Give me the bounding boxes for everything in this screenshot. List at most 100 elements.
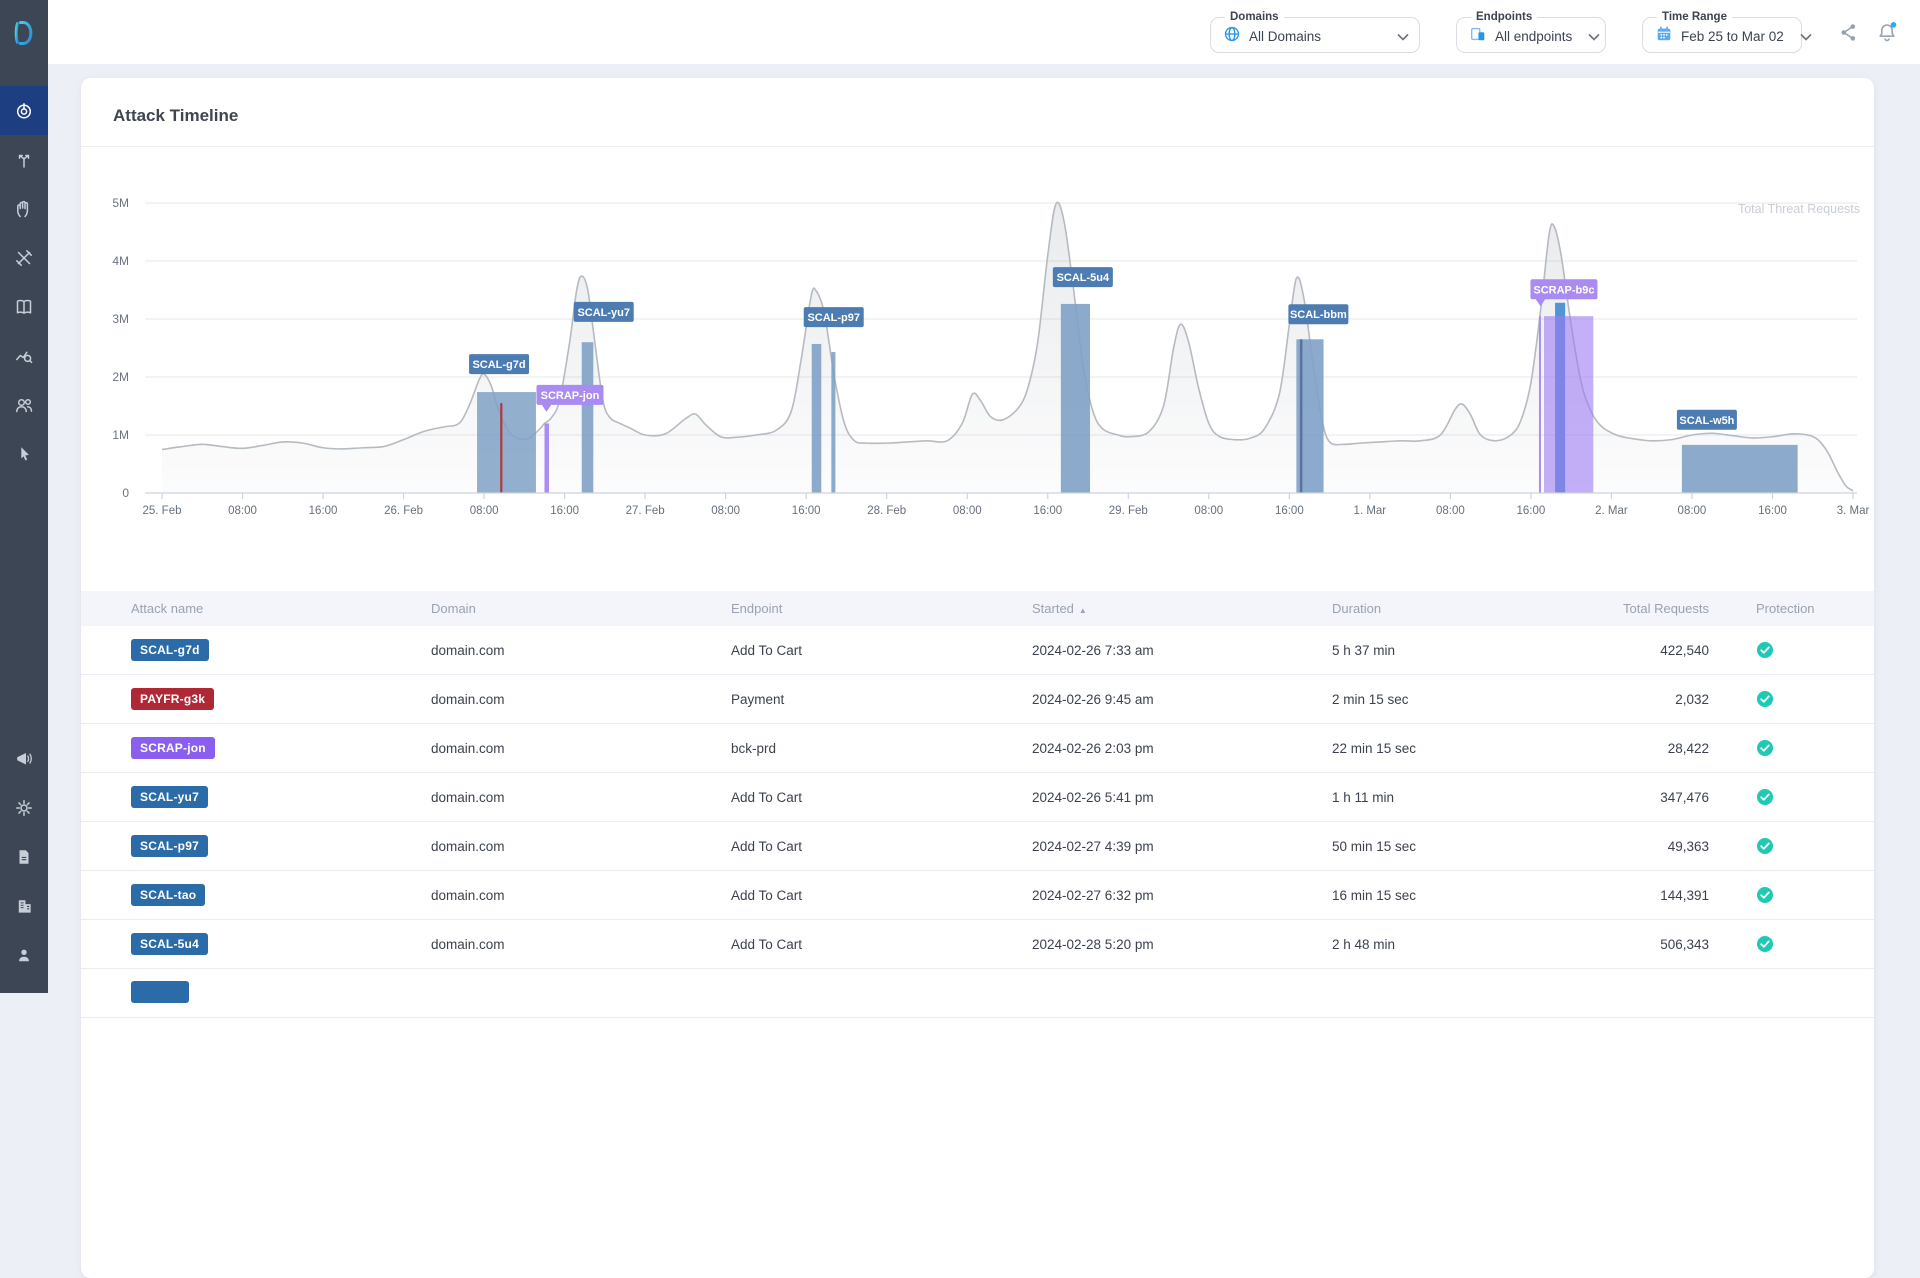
table-row-SCAL-tao[interactable]: SCAL-taodomain.comAdd To Cart2024-02-27 … — [81, 871, 1874, 920]
attack-bar-SCAL-5u4[interactable] — [1061, 304, 1090, 493]
sidebar-item-traffic-split[interactable] — [0, 135, 48, 184]
attack-badge: SCAL-yu7 — [131, 786, 208, 808]
sidebar-item-analytics-search[interactable] — [0, 331, 48, 380]
attack-timeline-chart[interactable]: 01M2M3M4M5M25. Feb08:0016:0026. Feb08:00… — [81, 147, 1874, 539]
table-row-PAYFR-g3k[interactable]: PAYFR-g3kdomain.comPayment2024-02-26 9:4… — [81, 675, 1874, 724]
domains-filter-label: Domains — [1225, 11, 1284, 23]
attack-bar-PAYFR-g3k[interactable] — [500, 403, 502, 493]
attack-bar-SCAL-yu7[interactable] — [582, 342, 594, 493]
cell-protection — [1709, 886, 1874, 904]
endpoints-filter-label: Endpoints — [1471, 11, 1537, 23]
devices-icon — [1469, 25, 1487, 48]
time-range-filter[interactable]: Time Range Feb 25 to Mar 02 — [1642, 11, 1802, 53]
table-row-SCAL-yu7[interactable]: SCAL-yu7domain.comAdd To Cart2024-02-26 … — [81, 773, 1874, 822]
sidebar-item-megaphone[interactable] — [0, 734, 48, 783]
x-axis-label: 16:00 — [1517, 505, 1546, 517]
cell-domain: domain.com — [431, 937, 731, 952]
cell-total-requests: 422,540 — [1612, 643, 1709, 658]
attack-bar-SCAL-tao[interactable] — [831, 352, 835, 493]
column-header-total-requests[interactable]: Total Requests — [1612, 601, 1709, 616]
cell-endpoint: Add To Cart — [731, 839, 1032, 854]
sidebar — [0, 0, 48, 993]
domains-filter[interactable]: Domains All Domains — [1210, 11, 1420, 53]
attack-bar-SCRAP-b9c[interactable] — [1544, 316, 1593, 493]
x-axis-label: 08:00 — [1436, 505, 1465, 517]
document-icon — [15, 848, 33, 866]
share-icon[interactable] — [1838, 21, 1860, 43]
datadome-logo[interactable] — [0, 0, 48, 86]
page-title: Attack Timeline — [81, 78, 1874, 146]
cell-duration: 2 min 15 sec — [1332, 692, 1612, 707]
cell-domain: domain.com — [431, 692, 731, 707]
x-axis-label: 08:00 — [1678, 505, 1707, 517]
cell-duration: 22 min 15 sec — [1332, 741, 1612, 756]
cell-domain: domain.com — [431, 888, 731, 903]
attack-flag-label: SCAL-yu7 — [577, 307, 630, 319]
x-axis-label: 29. Feb — [1109, 505, 1148, 517]
attack-flag-label: SCRAP-jon — [541, 390, 600, 402]
cell-started: 2024-02-28 5:20 pm — [1032, 937, 1332, 952]
attack-timeline-card: Attack Timeline 01M2M3M4M5M25. Feb08:001… — [81, 78, 1874, 1278]
cell-attack-name: SCAL-p97 — [131, 835, 431, 857]
sidebar-item-map-book[interactable] — [0, 282, 48, 331]
cell-total-requests: 144,391 — [1612, 888, 1709, 903]
attack-bar-SCAL-w5h[interactable] — [1682, 445, 1798, 493]
sidebar-item-cursor[interactable] — [0, 429, 48, 478]
column-header-duration[interactable]: Duration — [1332, 601, 1612, 616]
column-header-started[interactable]: Started▲ — [1032, 601, 1332, 616]
sidebar-item-organization[interactable] — [0, 881, 48, 930]
sidebar-item-threats[interactable] — [0, 86, 48, 135]
cell-protection — [1709, 690, 1874, 708]
column-header-endpoint[interactable]: Endpoint — [731, 601, 1032, 616]
captcha-hand-icon — [14, 199, 34, 219]
column-header-domain[interactable]: Domain — [431, 601, 731, 616]
bell-icon[interactable] — [1876, 21, 1898, 43]
attack-bar-SCAL-bbm-marker[interactable] — [1300, 339, 1303, 493]
table-row-partial[interactable] — [81, 969, 1874, 1018]
x-axis-label: 08:00 — [470, 505, 499, 517]
attack-badge — [131, 981, 189, 1003]
cell-endpoint: Add To Cart — [731, 790, 1032, 805]
x-axis-label: 2. Mar — [1595, 505, 1628, 517]
gear-icon — [14, 798, 34, 818]
chevron-down-icon — [1792, 33, 1812, 41]
sidebar-item-account[interactable] — [0, 930, 48, 979]
sidebar-item-captcha-hand[interactable] — [0, 184, 48, 233]
sidebar-item-gear[interactable] — [0, 783, 48, 832]
sidebar-nav-bottom — [0, 734, 48, 993]
column-header-protection[interactable]: Protection — [1709, 601, 1874, 616]
table-row-SCAL-p97[interactable]: SCAL-p97domain.comAdd To Cart2024-02-27 … — [81, 822, 1874, 871]
x-axis-label: 26. Feb — [384, 505, 423, 517]
sidebar-item-document[interactable] — [0, 832, 48, 881]
attack-bar-SCAL-g7d[interactable] — [477, 392, 536, 493]
cell-protection — [1709, 837, 1874, 855]
cell-attack-name — [131, 981, 431, 1006]
sidebar-item-tools[interactable] — [0, 233, 48, 282]
column-header-attack-name[interactable]: Attack name — [131, 601, 431, 616]
x-axis-label: 25. Feb — [143, 505, 182, 517]
endpoints-filter-value: All endpoints — [1495, 29, 1572, 44]
attack-bar-SCRAP-b9c-marker[interactable] — [1539, 316, 1541, 493]
y-axis-label: 1M — [112, 428, 129, 442]
table-row-SCAL-g7d[interactable]: SCAL-g7ddomain.comAdd To Cart2024-02-26 … — [81, 626, 1874, 675]
x-axis-label: 16:00 — [1275, 505, 1304, 517]
cell-total-requests: 49,363 — [1612, 839, 1709, 854]
attack-bar-SCRAP-jon[interactable] — [544, 423, 549, 493]
x-axis-label: 16:00 — [1758, 505, 1787, 517]
attack-badge: PAYFR-g3k — [131, 688, 214, 710]
table-row-SCAL-5u4[interactable]: SCAL-5u4domain.comAdd To Cart2024-02-28 … — [81, 920, 1874, 969]
cell-total-requests: 506,343 — [1612, 937, 1709, 952]
globe-icon — [1223, 25, 1241, 48]
account-icon — [15, 946, 33, 964]
attack-badge: SCAL-g7d — [131, 639, 209, 661]
attack-flag-label: SCAL-g7d — [472, 359, 525, 371]
table-row-SCRAP-jon[interactable]: SCRAP-jondomain.combck-prd2024-02-26 2:0… — [81, 724, 1874, 773]
megaphone-icon — [14, 749, 34, 769]
cell-duration: 16 min 15 sec — [1332, 888, 1612, 903]
main-content: Attack Timeline 01M2M3M4M5M25. Feb08:001… — [48, 64, 1920, 1278]
sidebar-item-users[interactable] — [0, 380, 48, 429]
sort-arrow-ascending: ▲ — [1079, 606, 1087, 615]
endpoints-filter[interactable]: Endpoints All endpoints — [1456, 11, 1606, 53]
sidebar-nav-top — [0, 86, 48, 478]
attack-bar-SCAL-p97[interactable] — [812, 344, 822, 493]
